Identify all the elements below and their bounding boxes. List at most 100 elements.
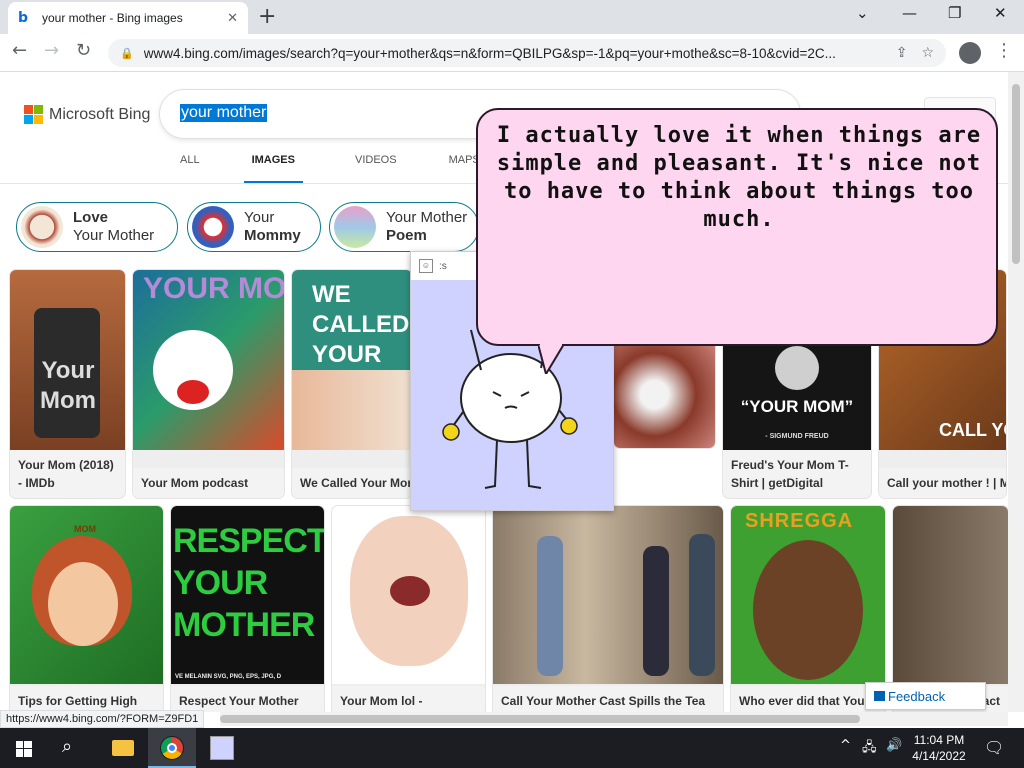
image-result[interactable]: YOUR MOM Your Mom podcast [133, 270, 284, 498]
taskbar: ⌕ ^ 🖧 🔊 11:04 PM 4/14/2022 🗨 [0, 728, 1024, 768]
result-caption: Call Your Mother Cast Spills the Tea [493, 686, 723, 712]
result-caption: Respect Your Mother [171, 686, 324, 712]
person-3 [689, 534, 715, 676]
new-tab-icon[interactable]: + [258, 5, 276, 29]
file-explorer-icon[interactable] [112, 740, 134, 756]
forward-icon[interactable]: → [44, 40, 59, 61]
speech-bubble: I actually love it when things are simpl… [476, 108, 998, 374]
pet-app-icon: ☺ [419, 259, 433, 273]
image-result[interactable]: Your Mom lol - [332, 506, 485, 712]
speech-bubble-text: I actually love it when things are simpl… [496, 123, 982, 232]
show-hidden-icons-icon[interactable]: ^ [840, 738, 851, 753]
result-caption: Freud's Your Mom T-Shirt | getDigital [723, 450, 871, 498]
notifications-icon[interactable]: 🗨 [984, 738, 1004, 757]
hscroll-thumb[interactable] [220, 715, 860, 723]
tab-strip: b your mother - Bing images ✕ + ⌄ — ❐ ✕ [0, 0, 1024, 34]
chip-line2: Poem [386, 227, 427, 244]
result-caption: Your Mom (2018) - IMDb [10, 450, 125, 498]
clock[interactable]: 11:04 PM 4/14/2022 [906, 732, 972, 764]
baby-mouth [390, 576, 430, 606]
chip-line1: Your [244, 209, 275, 226]
photo-people [292, 370, 412, 450]
bing-favicon-icon: b [18, 10, 29, 26]
tab-all[interactable]: ALL [180, 154, 200, 184]
image-text: Your Mom [40, 357, 96, 414]
image-subtext: - SIGMUND FREUD [765, 433, 829, 440]
image-result[interactable]: WE CALLED YOUR MOM We Called Your Mom · … [292, 270, 412, 498]
vertical-scrollbar[interactable] [1008, 72, 1024, 712]
browser-tab[interactable]: b your mother - Bing images ✕ [8, 2, 248, 34]
menu-kebab-icon[interactable]: ⋮ [995, 40, 1013, 61]
image-result[interactable]: Call Your Mother Cast Spills the Tea [493, 506, 723, 712]
search-icon[interactable]: ⌕ [62, 736, 72, 757]
chip-thumbnail [192, 206, 234, 248]
volume-icon[interactable]: 🔊 [886, 738, 902, 753]
image-result[interactable]: RESPECT YOUR MOTHER VE MELANIN SVG, PNG,… [171, 506, 324, 712]
result-caption: Call your mother ! | M [879, 468, 1006, 498]
person-2 [643, 546, 669, 676]
related-chip-love-your-mother[interactable]: Love Your Mother [16, 202, 178, 252]
microsoft-logo-icon [24, 105, 43, 124]
feedback-label: Feedback [888, 688, 946, 704]
image-result[interactable]: Your Mom Your Mom (2018) - IMDb [10, 270, 125, 498]
feedback-icon [874, 691, 885, 701]
logo-text: Microsoft Bing [49, 105, 151, 123]
chrome-icon [160, 736, 184, 760]
close-window-icon[interactable]: ✕ [994, 4, 1007, 22]
pet-app-taskbar-icon[interactable] [210, 736, 234, 760]
chip-line2: Your Mother [73, 227, 155, 244]
back-icon[interactable]: ← [12, 40, 27, 61]
close-tab-icon[interactable]: ✕ [227, 11, 238, 26]
image-text: RESPECT YOUR MOTHER [173, 522, 324, 644]
result-caption: Your Mom lol - [332, 686, 485, 712]
bing-logo[interactable]: Microsoft Bing [24, 105, 150, 124]
scrollbar-thumb[interactable] [1012, 84, 1020, 264]
minimize-icon[interactable]: — [902, 4, 917, 22]
tab-search-icon[interactable]: ⌄ [856, 4, 869, 22]
tab-images[interactable]: IMAGES [243, 154, 303, 184]
share-icon[interactable]: ⇪ [896, 45, 908, 61]
restore-icon[interactable]: ❐ [948, 4, 961, 22]
chip-thumbnail [21, 206, 63, 248]
result-caption: Tips for Getting High [10, 686, 163, 712]
chip-line1: Your Mother [386, 209, 468, 226]
bookmark-star-icon[interactable]: ☆ [921, 45, 934, 61]
image-text: “YOUR MOM” [740, 397, 854, 416]
feedback-button[interactable]: Feedback [865, 682, 986, 710]
tab-title: your mother - Bing images [42, 11, 183, 25]
address-bar[interactable]: 🔒 www4.bing.com/images/search?q=your+mot… [108, 39, 946, 67]
related-chip-your-mommy[interactable]: Your Mommy [187, 202, 321, 252]
result-caption: We Called Your Mom · Listen via Stitcher [292, 468, 412, 498]
result-caption: Who ever did that You [731, 686, 885, 712]
horizontal-scrollbar[interactable] [220, 712, 1008, 726]
network-icon[interactable]: 🖧 [862, 738, 877, 760]
tab-videos[interactable]: VIDEOS [355, 154, 397, 184]
result-caption: Your Mom podcast [133, 468, 284, 498]
reload-icon[interactable]: ↻ [76, 40, 91, 61]
clock-date: 4/14/2022 [912, 749, 966, 763]
clock-time: 11:04 PM [913, 733, 965, 747]
image-text: SHREGGA [745, 510, 854, 532]
image-text: YOUR MOM [143, 272, 284, 305]
image-result[interactable]: SHREGGA Who ever did that You [731, 506, 885, 712]
status-bar-url: https://www4.bing.com/?FORM=Z9FD1 [0, 710, 205, 728]
address-url[interactable]: www4.bing.com/images/search?q=your+mothe… [144, 46, 882, 61]
person-1 [537, 536, 563, 676]
profile-avatar-icon[interactable] [959, 42, 981, 64]
image-result[interactable]: MOM Tips for Getting High [10, 506, 163, 712]
speech-bubble-tail [538, 344, 566, 374]
toolbar: ← → ↻ 🔒 www4.bing.com/images/search?q=yo… [0, 34, 1024, 72]
chip-line1: Love [73, 209, 109, 226]
result-image [893, 506, 1008, 684]
lock-icon[interactable]: 🔒 [120, 47, 134, 60]
woman-face [48, 562, 118, 646]
freud-portrait [775, 346, 819, 390]
shrek-face [753, 540, 863, 680]
search-query[interactable]: your mother [180, 104, 268, 122]
image-text: CALL YOU [939, 420, 1006, 440]
clown-mouth [177, 380, 209, 404]
related-chip-your-mother-poem[interactable]: Your Mother Poem [329, 202, 479, 252]
image-text: MOM [74, 524, 96, 534]
chip-thumbnail [334, 206, 376, 248]
windows-start-icon[interactable] [16, 741, 32, 757]
